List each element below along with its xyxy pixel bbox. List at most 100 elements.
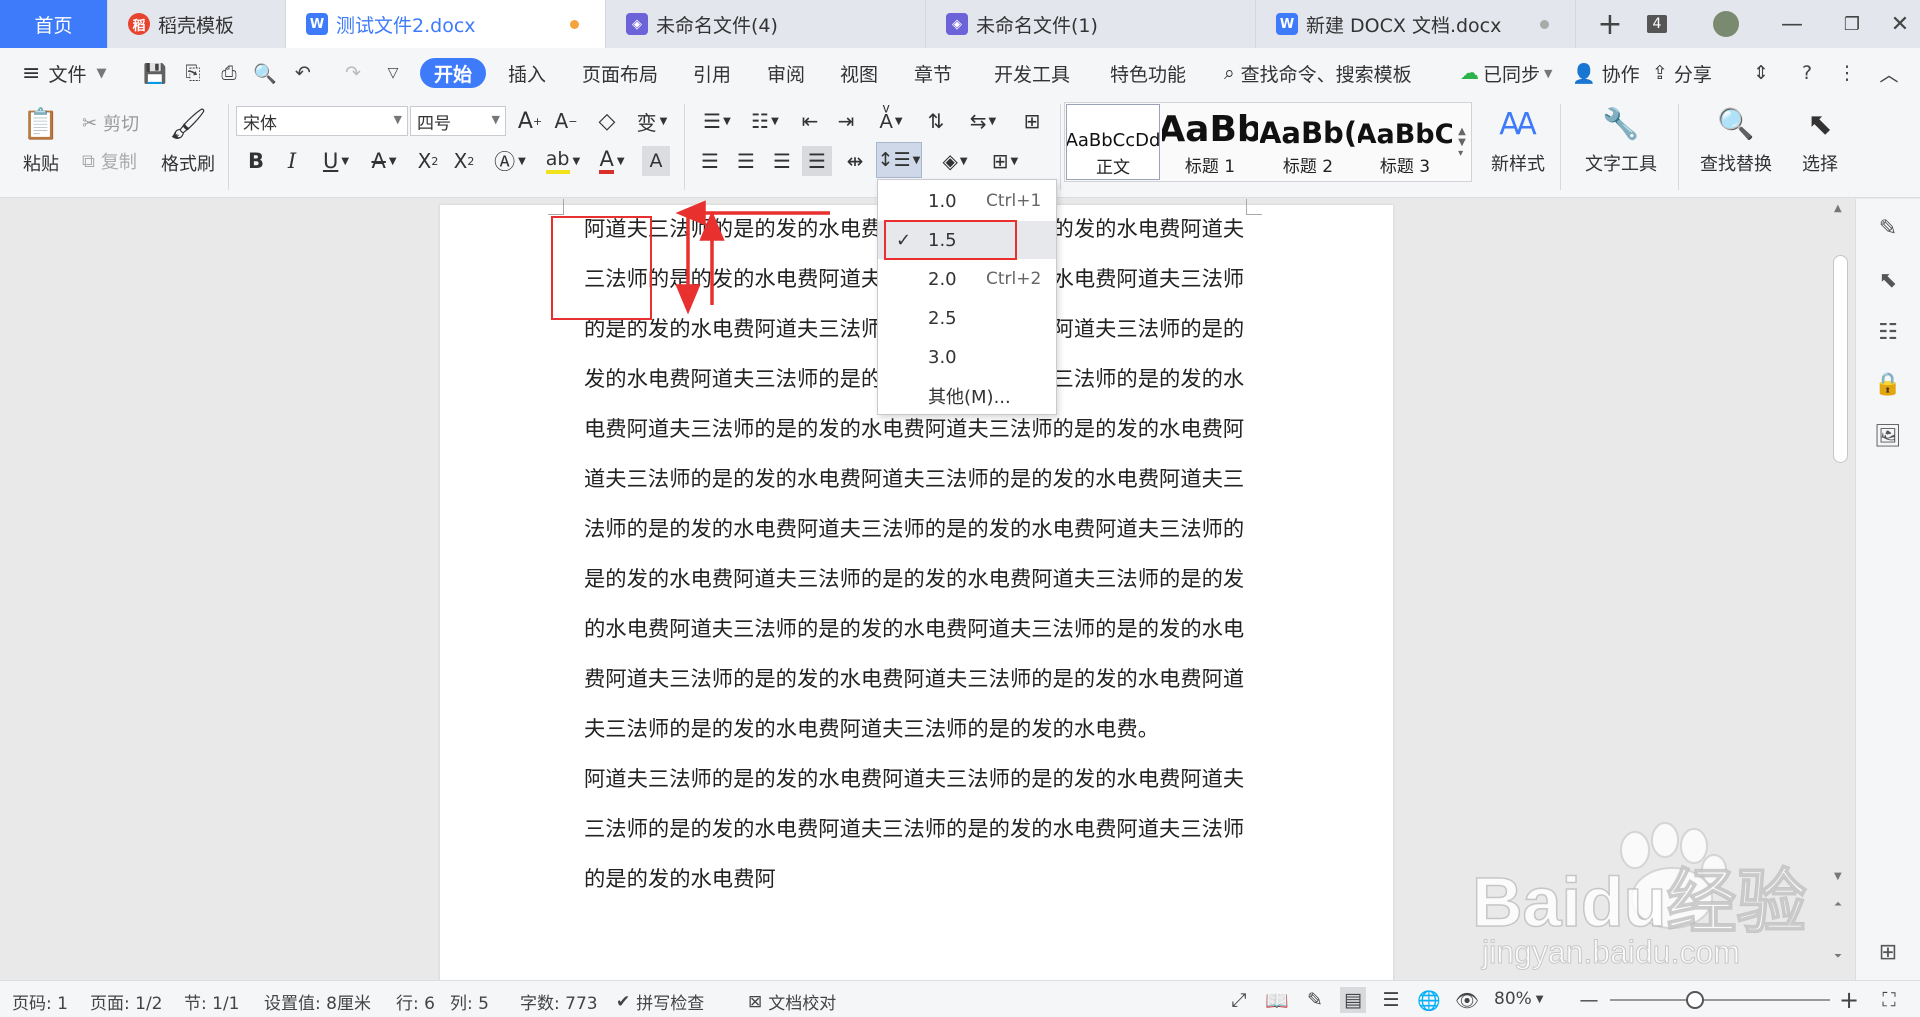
shading-icon[interactable]: ◈ ▼ (932, 146, 978, 176)
sort-icon[interactable]: ⇅ (922, 106, 950, 136)
grid-apps-icon[interactable]: ⊞ (1873, 937, 1903, 967)
zoom-slider-track[interactable] (1610, 999, 1830, 1001)
align-center-icon[interactable]: ☰ (732, 146, 760, 176)
format-painter-button[interactable]: 🖌 格式刷 (158, 104, 218, 176)
distributed-align-icon[interactable]: ⇹ (840, 146, 870, 176)
scroll-down-icon[interactable]: ▼ (1834, 871, 1842, 882)
lock-icon[interactable]: 🔒 (1873, 369, 1903, 399)
outline-view-icon[interactable]: ☰ (1378, 987, 1404, 1013)
subscript-icon[interactable]: X2 (450, 146, 478, 176)
page-view-icon[interactable]: ▤ (1340, 987, 1366, 1013)
scroll-up-icon[interactable]: ▲ (1834, 203, 1842, 214)
sync-status[interactable]: ☁ 已同步 ▼ (1460, 58, 1552, 88)
avatar[interactable] (1708, 0, 1744, 48)
save-icon[interactable]: 💾 (142, 60, 168, 86)
tab-view[interactable]: 视图 (840, 58, 878, 88)
paste-button[interactable]: 📋 粘贴 (14, 104, 68, 176)
bullet-list-icon[interactable]: ☰ ▼ (696, 106, 738, 136)
layout-options-icon[interactable]: ⇕ (1748, 60, 1774, 86)
justify-icon[interactable]: ☰ (802, 146, 832, 176)
fit-window-icon[interactable]: ⛶ (1876, 987, 1902, 1013)
underline-icon[interactable]: U ▼ (316, 146, 356, 176)
line-spacing-option-3-0[interactable]: 3.0 (878, 338, 1056, 376)
grow-font-icon[interactable]: A + (516, 106, 544, 136)
line-spacing-button[interactable]: ↕☰ ▼ (876, 142, 922, 178)
search-command[interactable]: ⌕ 查找命令、搜索模板 (1224, 58, 1412, 88)
styles-scroll-icon[interactable]: ▲ ▼ ▾ (1454, 104, 1470, 180)
print-icon[interactable]: ⎙ (216, 60, 242, 86)
quick-access-more-icon[interactable]: ▽ (380, 60, 406, 86)
superscript-icon[interactable]: X2 (414, 146, 442, 176)
cut-button[interactable]: ✂ 剪切 (82, 110, 139, 136)
tab-home[interactable]: 首页 (0, 0, 108, 48)
table-icon[interactable]: ⊞ (1018, 106, 1046, 136)
eye-protection-icon[interactable]: 👁 (1454, 987, 1480, 1013)
zoom-out-icon[interactable]: — (1576, 987, 1602, 1013)
bold-icon[interactable]: B (244, 146, 268, 176)
font-size-select[interactable]: 四号 ▼ (410, 106, 506, 136)
collab-button[interactable]: 👤 协作 (1572, 58, 1640, 88)
spell-check-button[interactable]: ✔ 拼写检查 (616, 989, 704, 1015)
align-right-icon[interactable]: ☰ (768, 146, 796, 176)
tab-unnamed-1[interactable]: ◈ 未命名文件(1) (926, 0, 1256, 48)
status-word-count[interactable]: 字数: 773 (520, 989, 598, 1014)
zoom-select[interactable]: 80% ▼ (1494, 989, 1544, 1009)
tab-doc-active[interactable]: W 测试文件2.docx (286, 0, 606, 48)
tab-unnamed-4[interactable]: ◈ 未命名文件(4) (606, 0, 926, 48)
prev-page-icon[interactable]: ⏶ (1834, 899, 1842, 910)
line-spacing-option-other[interactable]: 其他(M)... (878, 377, 1056, 415)
share-button[interactable]: ⇪ 分享 (1652, 58, 1712, 88)
style-heading-2[interactable]: AaBb( 标题 2 (1260, 104, 1356, 180)
tab-template[interactable]: 稻 稻壳模板 (108, 0, 286, 48)
zoom-in-icon[interactable]: + (1836, 986, 1862, 1014)
text-effect-icon[interactable]: Ⓐ ▼ (490, 146, 530, 176)
pen-icon[interactable]: ✎ (1873, 213, 1903, 243)
window-count-button[interactable]: 4 (1640, 0, 1674, 48)
tab-start[interactable]: 开始 (420, 58, 487, 88)
find-replace-button[interactable]: 🔍 查找替换 (1690, 104, 1782, 176)
style-heading-3[interactable]: AaBbC 标题 3 (1358, 104, 1452, 180)
tab-new-docx[interactable]: W 新建 DOCX 文档.docx (1256, 0, 1576, 48)
tab-special[interactable]: 特色功能 (1110, 58, 1186, 88)
doc-proof-button[interactable]: ⊠ 文档校对 (748, 989, 836, 1015)
tab-layout[interactable]: 页面布局 (582, 58, 658, 88)
pointer-icon[interactable]: ⬉ (1873, 265, 1903, 295)
tab-devtools[interactable]: 开发工具 (994, 58, 1070, 88)
strikethrough-icon[interactable]: A ▼ (364, 146, 404, 176)
border-icon[interactable]: ⊞ ▼ (984, 146, 1026, 176)
highlight-icon[interactable]: ab ▼ (540, 146, 586, 176)
text-tools-button[interactable]: 🔧 文字工具 (1576, 104, 1666, 176)
paragraph[interactable]: 阿道夫三法师的是的发的水电费阿道夫三法师的是的发的水电费阿道夫三法师的是的发的水… (584, 755, 1250, 905)
tab-insert[interactable]: 插入 (508, 58, 546, 88)
paragraph-spacing-icon[interactable]: ⇆ ▼ (962, 106, 1004, 136)
file-menu[interactable]: ≡ 文件 ▼ (22, 58, 106, 88)
phonetic-guide-icon[interactable]: 变 ▼ (632, 106, 672, 136)
fullscreen-icon[interactable]: ⤢ (1226, 987, 1252, 1013)
font-name-select[interactable]: 宋体 ▼ (236, 106, 408, 136)
collapse-ribbon-icon[interactable]: ︿ (1876, 60, 1902, 86)
status-setting[interactable]: 设置值: 8厘米 (264, 989, 371, 1014)
tab-reference[interactable]: 引用 (693, 58, 731, 88)
copy-button[interactable]: ⧉ 复制 (82, 148, 137, 174)
line-spacing-option-2-5[interactable]: 2.5 (878, 299, 1056, 337)
increase-indent-icon[interactable]: ⇥ (832, 106, 860, 136)
line-spacing-option-2-0[interactable]: 2.0 Ctrl+2 (878, 260, 1056, 298)
status-section[interactable]: 节: 1/1 (184, 989, 240, 1014)
numbered-list-icon[interactable]: ☷ ▼ (744, 106, 786, 136)
write-mode-icon[interactable]: ✎ (1302, 987, 1328, 1013)
redo-icon[interactable]: ↷ (340, 60, 366, 86)
status-page-number[interactable]: 页码: 1 (12, 989, 68, 1014)
align-left-icon[interactable]: ☰ (696, 146, 724, 176)
image-icon[interactable]: 🖼 (1873, 421, 1903, 451)
new-style-button[interactable]: Ꜳ 新样式 (1482, 104, 1554, 176)
clear-format-icon[interactable]: ◇ (592, 106, 622, 136)
char-shading-icon[interactable]: A (642, 146, 670, 176)
tab-review[interactable]: 审阅 (767, 58, 805, 88)
shrink-font-icon[interactable]: A − (552, 106, 580, 136)
minimize-button[interactable]: — (1772, 0, 1812, 48)
vertical-scrollbar[interactable]: ▲ ▼ ⏶ ⏷ (1830, 199, 1852, 980)
help-icon[interactable]: ? (1794, 60, 1820, 86)
web-view-icon[interactable]: 🌐 (1416, 987, 1442, 1013)
undo-icon[interactable]: ↶ (290, 60, 316, 86)
next-page-icon[interactable]: ⏷ (1834, 951, 1842, 962)
